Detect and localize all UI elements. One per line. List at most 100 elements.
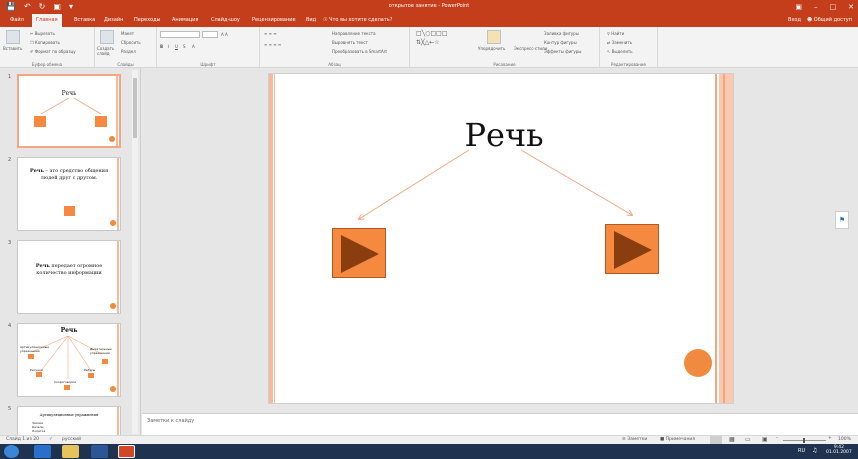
tab-insert[interactable]: Вставка	[70, 14, 99, 27]
comments-toggle[interactable]: ■ Примечания	[660, 437, 695, 442]
thumbnail-text: Речь передает огромное количество информ…	[24, 263, 114, 277]
shapes-gallery-row2-icon[interactable]: ⇅╳△←☆	[416, 39, 440, 46]
brush-icon: ✐	[30, 49, 34, 54]
tab-slideshow[interactable]: Слайд-шоу	[207, 14, 244, 27]
reset-button[interactable]: Сбросить	[121, 40, 141, 45]
clipboard-group-label: Буфер обмена	[31, 62, 63, 67]
thumbnail-slide-4[interactable]: Речь Артикуляционные упражнения Дыхатель…	[17, 323, 121, 397]
language-status[interactable]: русский	[62, 437, 81, 442]
thumbnail-slide-1[interactable]: Речь	[17, 74, 121, 148]
font-color-icon[interactable]: A	[192, 44, 195, 49]
paste-icon[interactable]	[6, 30, 20, 44]
volume-icon[interactable]: ♫	[812, 447, 817, 454]
align-text-button[interactable]: Выровнять текст	[332, 40, 368, 45]
ribbon: Вставить ✂ Вырезать ❐ Копировать ✐ Форма…	[0, 27, 858, 68]
signin-link[interactable]: Вход	[788, 14, 801, 27]
shadow-icon[interactable]: S	[183, 44, 186, 49]
bookmark-icon[interactable]: ⚑	[835, 211, 849, 229]
find-button[interactable]: ⚲ Найти	[607, 31, 624, 36]
arrange-icon[interactable]	[487, 30, 501, 44]
zoom-level[interactable]: 100%	[838, 437, 851, 442]
zoom-out-icon[interactable]: –	[776, 436, 778, 441]
thumbnail-slide-3[interactable]: Речь передает огромное количество информ…	[17, 240, 121, 314]
spellcheck-icon[interactable]: ✓	[49, 437, 53, 442]
tab-review[interactable]: Рецензирование	[248, 14, 300, 27]
font-size-combobox[interactable]	[202, 31, 218, 38]
thumbnail-slide-5[interactable]: Артикуляционные упражнения Часики Качели…	[17, 406, 121, 435]
align-icons[interactable]: ≡ ≡ ≡ ≡	[264, 42, 281, 47]
new-slide-icon[interactable]	[100, 30, 114, 44]
tab-design[interactable]: Дизайн	[100, 14, 127, 27]
tell-me-search[interactable]: ☉ Что вы хотите сделать?	[319, 14, 396, 27]
comments-toggle-label: Примечания	[665, 437, 696, 442]
bold-icon[interactable]: B	[160, 44, 163, 49]
layout-button[interactable]: Макет	[121, 31, 134, 36]
ribbon-options-icon[interactable]: ▣	[795, 2, 802, 12]
slide-sorter-icon[interactable]: ▦	[729, 436, 735, 443]
italic-icon[interactable]: I	[168, 44, 169, 49]
share-button[interactable]: ☻ Общий доступ	[807, 14, 852, 27]
title-bar: 💾 ↶ ↻ ▣ ▾ открытое занятие - PowerPoint …	[0, 0, 858, 14]
slide-counter: Слайд 1 из 20	[6, 437, 40, 442]
notes-pane[interactable]: Заметки к слайду	[142, 413, 858, 435]
close-icon[interactable]: ✕	[848, 2, 854, 12]
reading-view-icon[interactable]: ▭	[745, 436, 751, 443]
format-label: Формат по образцу	[34, 49, 76, 54]
underline-icon[interactable]: U	[175, 44, 178, 49]
group-drawing: □╲○□□□ ⇅╳△←☆ Упорядочить Экспресс-стили …	[410, 27, 600, 68]
select-button[interactable]: ↖ Выделить	[607, 49, 633, 54]
format-painter-button[interactable]: ✐ Формат по образцу	[30, 49, 76, 54]
orange-dot-icon[interactable]	[684, 349, 712, 377]
section-button[interactable]: Раздел	[121, 49, 136, 54]
shape-outline-button[interactable]: Контур фигуры	[544, 40, 577, 45]
copy-button[interactable]: ❐ Копировать	[30, 40, 60, 45]
font-size-arrows-icon[interactable]: A A	[221, 32, 228, 37]
replace-button[interactable]: ⇄ Заменить	[607, 40, 632, 45]
current-slide[interactable]: Речь	[268, 73, 734, 404]
tab-transitions[interactable]: Переходы	[130, 14, 165, 27]
folder-icon[interactable]	[62, 445, 79, 458]
thumbnail-slide-2[interactable]: Речь – это средство общения людей друг с…	[17, 157, 121, 231]
thumbnail-item: Ребусы	[84, 368, 96, 372]
slideshow-view-icon[interactable]: ▣	[762, 436, 768, 443]
person-icon: ☻	[806, 17, 813, 23]
quick-styles-button[interactable]: Экспресс-стили	[514, 46, 547, 51]
scrollbar-thumb[interactable]	[133, 78, 137, 138]
play-button-icon	[88, 373, 94, 378]
zoom-slider-handle[interactable]	[803, 438, 805, 443]
minimize-icon[interactable]: –	[814, 2, 818, 12]
new-slide-button[interactable]: Создать слайд	[97, 46, 119, 56]
input-language[interactable]: RU	[798, 448, 805, 454]
cut-button[interactable]: ✂ Вырезать	[30, 31, 55, 36]
maximize-icon[interactable]: □	[830, 2, 837, 12]
tab-animations[interactable]: Анимация	[168, 14, 202, 27]
action-button-right[interactable]	[605, 224, 659, 274]
bullets-icon[interactable]: ≡ ≡ ≡	[264, 31, 277, 36]
zoom-in-icon[interactable]: +	[828, 436, 832, 441]
font-name-combobox[interactable]	[160, 31, 200, 38]
word-icon[interactable]	[91, 445, 108, 458]
normal-view-icon[interactable]	[710, 436, 722, 444]
action-button-left[interactable]	[332, 228, 386, 278]
play-button-icon	[34, 116, 46, 127]
shape-fill-button[interactable]: Заливка фигуры	[544, 31, 579, 36]
shapes-gallery-icon[interactable]: □╲○□□□	[416, 30, 448, 37]
paste-button[interactable]: Вставить	[3, 46, 22, 51]
editing-group-label: Редактирование	[611, 62, 646, 67]
clock[interactable]: 9:42 01.01.2007	[826, 445, 852, 455]
start-icon[interactable]	[4, 445, 19, 458]
arrange-button[interactable]: Упорядочить	[478, 46, 505, 51]
thumbnail-item: Скороговорки	[54, 380, 77, 384]
tab-home[interactable]: Главная	[32, 14, 62, 27]
browser-icon[interactable]	[34, 445, 51, 458]
tab-file[interactable]: Файл	[6, 14, 28, 27]
notes-toggle[interactable]: ≡ Заметки	[622, 437, 647, 442]
smartart-button[interactable]: Преобразовать в SmartArt	[332, 49, 387, 54]
text-direction-button[interactable]: Направление текста	[332, 31, 376, 36]
thumbnails-scrollbar[interactable]	[132, 70, 138, 434]
shape-effects-button[interactable]: Эффекты фигуры	[544, 49, 581, 54]
orange-dot-icon	[110, 220, 116, 226]
powerpoint-icon[interactable]	[118, 445, 135, 458]
tab-view[interactable]: Вид	[302, 14, 320, 27]
status-bar: Слайд 1 из 20 ✓ русский ≡ Заметки ■ Прим…	[0, 435, 858, 444]
